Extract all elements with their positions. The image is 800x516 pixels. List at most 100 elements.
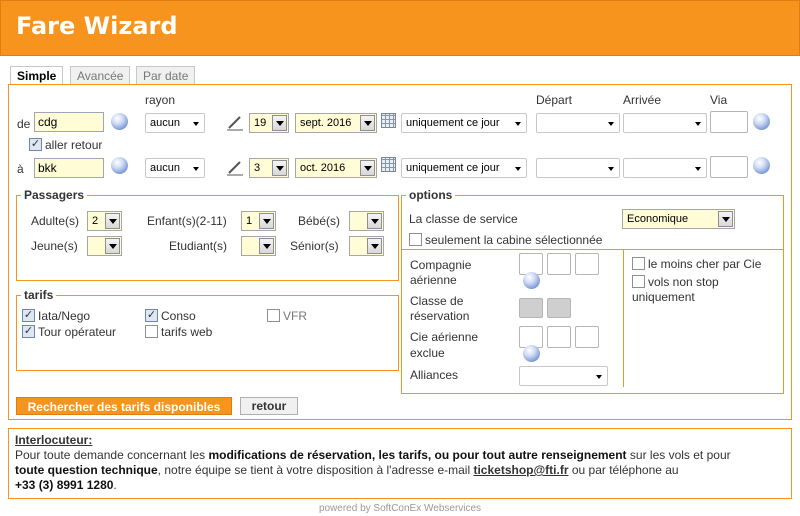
alliances-select[interactable] <box>519 366 608 386</box>
passengers-fieldset <box>16 195 399 281</box>
conso-checkbox[interactable]: ✓ <box>145 309 158 322</box>
airline-input-3[interactable] <box>575 253 599 275</box>
youth-select[interactable] <box>87 236 122 256</box>
options-divider <box>402 249 783 250</box>
calendar-icon[interactable] <box>381 113 396 128</box>
contact-text-part: . <box>113 478 117 492</box>
globe-icon[interactable] <box>753 157 770 174</box>
chevron-down-icon[interactable] <box>259 238 274 254</box>
globe-icon[interactable] <box>111 113 128 130</box>
airline-input-2[interactable] <box>547 253 571 275</box>
contact-email-link[interactable]: ticketshop@fti.fr <box>473 463 568 477</box>
outbound-rayon-select[interactable]: aucun <box>145 113 205 133</box>
airline-label-line2: aérienne <box>410 273 457 287</box>
cabin-only-label: seulement la cabine sélectionnée <box>425 233 603 247</box>
babies-label: Bébé(s) <box>298 214 341 228</box>
chevron-down-icon[interactable] <box>272 160 287 176</box>
outbound-arrival-select[interactable] <box>623 113 707 133</box>
tour-operator-checkbox[interactable]: ✓ <box>22 325 35 338</box>
booking-class-input-1[interactable] <box>519 298 543 318</box>
contact-text-part: sur les vols et pour <box>626 448 731 462</box>
nonstop-checkbox[interactable] <box>632 275 645 288</box>
powered-by-footer: powered by SoftConEx Webservices <box>318 503 482 514</box>
service-class-select[interactable]: Economique <box>622 209 735 229</box>
inbound-month-value: oct. 2016 <box>300 162 346 174</box>
outbound-month-select[interactable]: sept. 2016 <box>295 113 377 133</box>
chevron-down-icon[interactable] <box>105 213 120 229</box>
excluded-airline-input-3[interactable] <box>575 326 599 348</box>
calendar-icon[interactable] <box>381 157 396 172</box>
globe-icon[interactable] <box>523 345 540 362</box>
pencil-icon[interactable] <box>226 113 244 131</box>
iata-nego-checkbox[interactable]: ✓ <box>22 309 35 322</box>
web-fares-checkbox[interactable] <box>145 325 158 338</box>
chevron-down-icon[interactable] <box>718 211 733 227</box>
inbound-month-select[interactable]: oct. 2016 <box>295 158 377 178</box>
outbound-departure-select[interactable] <box>536 113 620 133</box>
options-column-divider <box>623 250 624 387</box>
booking-class-label-line2: réservation <box>410 309 470 323</box>
back-button[interactable]: retour <box>240 397 298 415</box>
contact-text-bold: modifications de réservation, les tarifs… <box>208 448 627 462</box>
inbound-day-select[interactable]: 3 <box>249 158 289 178</box>
contact-text: Pour toute demande concernant les modifi… <box>15 448 785 493</box>
babies-select[interactable] <box>349 211 384 231</box>
tab-advanced[interactable]: Avancée <box>70 66 131 84</box>
excluded-airline-label: Cie aérienne <box>410 330 479 344</box>
contact-phone: +33 (3) 8991 1280 <box>15 478 114 492</box>
cabin-only-checkbox[interactable] <box>409 233 422 246</box>
departure-header: Départ <box>536 93 573 107</box>
arrival-header: Arrivée <box>623 93 662 107</box>
contact-text-bold: toute question technique <box>15 463 158 477</box>
chevron-down-icon[interactable] <box>360 115 375 131</box>
contact-text-part: Pour toute demande concernant les <box>15 448 209 462</box>
pencil-icon[interactable] <box>226 158 244 176</box>
inbound-arrival-select[interactable] <box>623 158 707 178</box>
booking-class-input-2[interactable] <box>547 298 571 318</box>
nonstop-label-line2: uniquement <box>632 290 695 304</box>
rayon-header: rayon <box>145 93 176 107</box>
cheapest-per-airline-checkbox[interactable] <box>632 257 645 270</box>
inbound-departure-select[interactable] <box>536 158 620 178</box>
vfr-checkbox[interactable] <box>267 309 280 322</box>
destination-input[interactable]: bkk <box>34 158 104 178</box>
globe-icon[interactable] <box>523 272 540 289</box>
conso-label: Conso <box>161 309 196 323</box>
chevron-down-icon[interactable] <box>259 213 274 229</box>
chevron-down-icon[interactable] <box>360 160 375 176</box>
return-trip-checkbox[interactable]: ✓ <box>29 138 42 151</box>
inbound-rayon-select[interactable]: aucun <box>145 158 205 178</box>
airline-label: Compagnie <box>410 258 472 272</box>
from-label: de <box>17 117 31 131</box>
outbound-via-input[interactable] <box>710 111 748 133</box>
tab-simple[interactable]: Simple <box>10 66 64 85</box>
children-label: Enfant(s)(2-11) <box>147 214 227 228</box>
inbound-day-value: 3 <box>254 162 261 174</box>
outbound-day-value: 19 <box>254 117 267 129</box>
tab-by-date[interactable]: Par date <box>136 66 196 84</box>
globe-icon[interactable] <box>753 113 770 130</box>
vfr-label: VFR <box>283 309 307 323</box>
globe-icon[interactable] <box>111 157 128 174</box>
outbound-flex-select[interactable]: uniquement ce jour <box>401 113 527 133</box>
adults-value: 2 <box>92 215 99 227</box>
inbound-flex-select[interactable]: uniquement ce jour <box>401 158 527 178</box>
contact-info-box: Interlocuteur: Pour toute demande concer… <box>8 428 792 499</box>
chevron-down-icon[interactable] <box>105 238 120 254</box>
alliances-label: Alliances <box>410 368 459 382</box>
origin-input[interactable]: cdg <box>34 112 104 132</box>
excluded-airline-input-2[interactable] <box>547 326 571 348</box>
children-value: 1 <box>246 215 253 227</box>
chevron-down-icon[interactable] <box>272 115 287 131</box>
adults-select[interactable]: 2 <box>87 211 122 231</box>
inbound-via-input[interactable] <box>710 156 748 178</box>
children-select[interactable]: 1 <box>241 211 276 231</box>
chevron-down-icon[interactable] <box>367 238 382 254</box>
seniors-select[interactable] <box>349 236 384 256</box>
options-legend: options <box>406 188 456 202</box>
students-select[interactable] <box>241 236 276 256</box>
web-fares-label: tarifs web <box>161 325 213 339</box>
outbound-day-select[interactable]: 19 <box>249 113 289 133</box>
chevron-down-icon[interactable] <box>367 213 382 229</box>
search-fares-button[interactable]: Rechercher des tarifs disponibles <box>16 397 232 415</box>
